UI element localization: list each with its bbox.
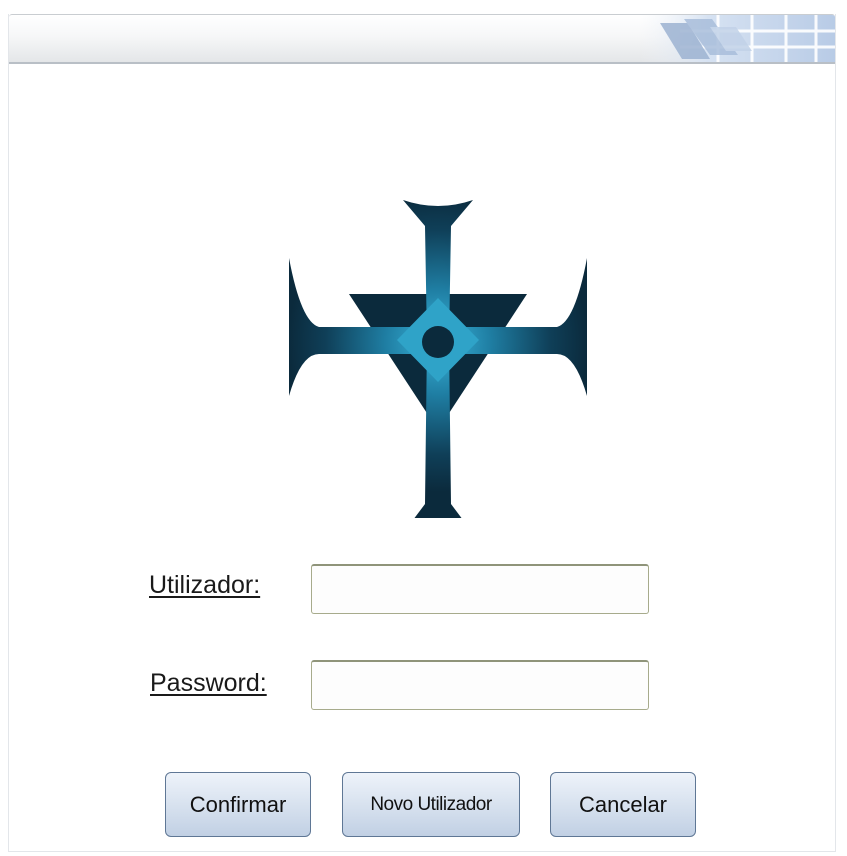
confirm-button[interactable]: Confirmar: [165, 772, 311, 837]
username-label: Utilizador:: [149, 571, 261, 599]
cross-emblem-logo-icon: [289, 200, 587, 518]
title-bar-decoration-icon: [640, 15, 835, 62]
username-input[interactable]: [311, 564, 649, 614]
login-window: Utilizador: Password: Confirmar Novo Uti…: [8, 14, 836, 852]
password-input[interactable]: [311, 660, 649, 710]
password-label: Password:: [150, 669, 267, 697]
title-bar[interactable]: [9, 14, 835, 64]
cancel-button[interactable]: Cancelar: [550, 772, 696, 837]
new-user-button[interactable]: Novo Utilizador: [342, 772, 520, 837]
